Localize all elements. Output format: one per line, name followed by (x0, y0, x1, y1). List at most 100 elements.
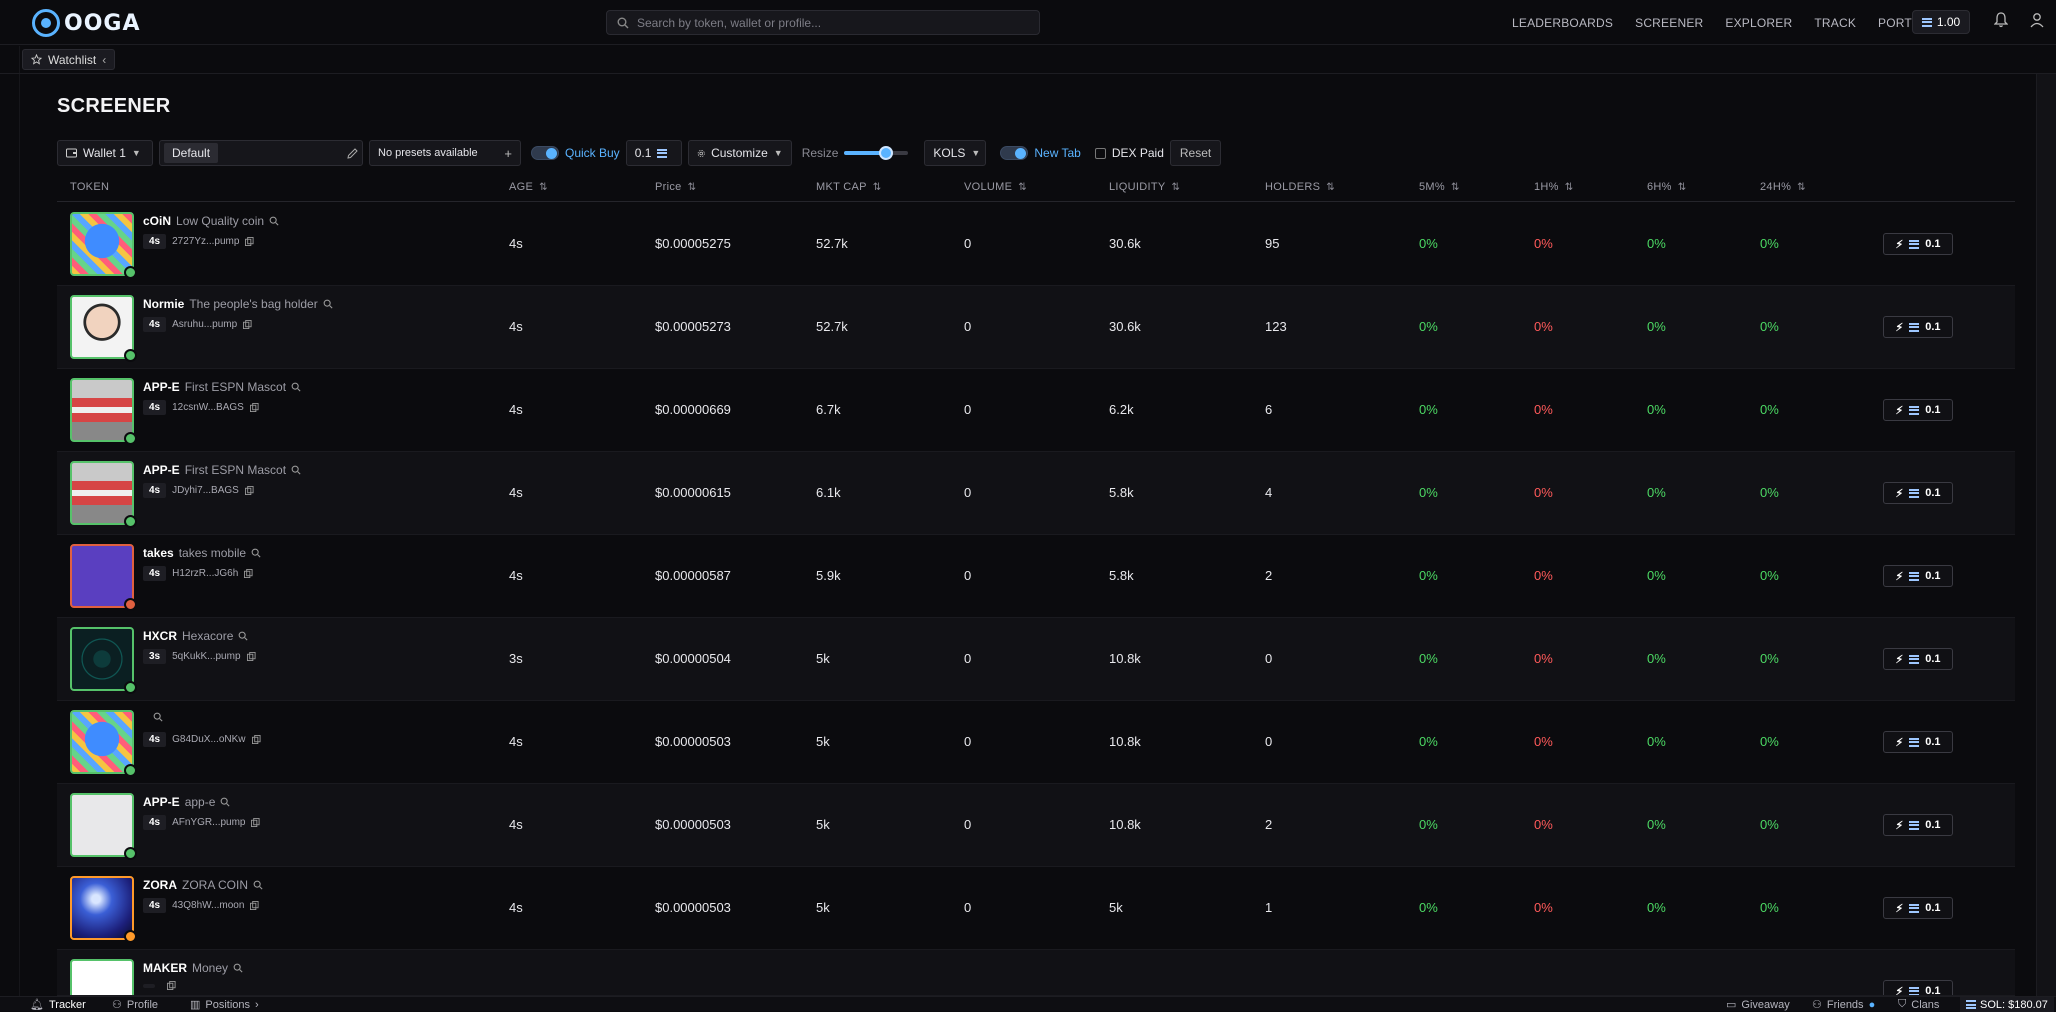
col-token[interactable]: TOKEN (70, 181, 109, 193)
table-row[interactable]: APP-E First ESPN Mascot 4s 12csnW...BAGS… (57, 369, 2015, 452)
table-row[interactable]: APP-E First ESPN Mascot 4s JDyhi7...BAGS… (57, 452, 2015, 535)
search-icon[interactable] (153, 712, 163, 722)
col-24h[interactable]: 24H% ⇅ (1760, 181, 1806, 193)
search-icon[interactable] (220, 797, 230, 807)
search-input[interactable] (637, 15, 1017, 30)
nav-track[interactable]: TRACK (1814, 16, 1856, 30)
col-mktcap[interactable]: MKT CAP ⇅ (816, 181, 881, 193)
quick-buy-button[interactable]: ⚡︎ 0.1 (1883, 233, 1953, 255)
token-avatar[interactable] (70, 876, 134, 940)
token-title[interactable]: ZORA ZORA COIN (143, 878, 263, 892)
quick-buy-button[interactable]: ⚡︎ 0.1 (1883, 316, 1953, 338)
quick-buy-button[interactable]: ⚡︎ 0.1 (1883, 897, 1953, 919)
user-icon[interactable] (2030, 12, 2044, 28)
footer-positions[interactable]: ▥ Positions › (190, 998, 259, 1012)
quick-buy-button[interactable]: ⚡︎ 0.1 (1883, 565, 1953, 587)
kols-select[interactable]: KOLS ▼ (924, 140, 987, 166)
table-row[interactable]: MAKER Money ⚡︎ 0.1 (57, 950, 2015, 996)
token-title[interactable]: Normie The people's bag holder (143, 297, 333, 311)
copy-icon[interactable] (244, 486, 254, 495)
token-title[interactable]: cOiN Low Quality coin (143, 214, 279, 228)
token-avatar[interactable] (70, 627, 134, 691)
nav-leaderboards[interactable]: LEADERBOARDS (1512, 16, 1613, 30)
search-icon[interactable] (238, 631, 248, 641)
nav-explorer[interactable]: EXPLORER (1725, 16, 1792, 30)
search-icon[interactable] (253, 880, 263, 890)
table-row[interactable]: 4s G84DuX...oNKw 4s $0.00000503 5k 0 10.… (57, 701, 2015, 784)
table-row[interactable]: ZORA ZORA COIN 4s 43Q8hW...moon 4s $0.00… (57, 867, 2015, 950)
col-6h[interactable]: 6H% ⇅ (1647, 181, 1686, 193)
new-tab-toggle[interactable] (1000, 146, 1029, 160)
copy-icon[interactable] (249, 403, 259, 412)
search-icon[interactable] (269, 216, 279, 226)
search-icon[interactable] (291, 382, 301, 392)
search-icon[interactable] (291, 465, 301, 475)
footer-tracker[interactable]: 🔔︎ Tracker (30, 998, 86, 1012)
edit-icon[interactable] (347, 147, 358, 159)
resize-slider-knob[interactable] (878, 146, 893, 160)
reset-button[interactable]: Reset (1169, 140, 1222, 166)
quick-buy-button[interactable]: ⚡︎ 0.1 (1883, 731, 1953, 753)
balance-button[interactable]: 1.00 (1912, 10, 1970, 34)
table-row[interactable]: HXCR Hexacore 3s 5qKukK...pump 3s $0.000… (57, 618, 2015, 701)
dex-paid-checkbox[interactable] (1094, 147, 1106, 159)
quick-buy-button[interactable]: ⚡︎ 0.1 (1883, 648, 1953, 670)
quick-buy-amount-field[interactable]: 0.1 (625, 140, 682, 166)
col-5m[interactable]: 5M% ⇅ (1419, 181, 1460, 193)
preset-field[interactable]: Default (159, 140, 363, 166)
dex-paid-filter[interactable]: DEX Paid (1094, 146, 1164, 160)
bell-icon[interactable] (1994, 12, 2008, 28)
table-row[interactable]: takes takes mobile 4s H12rzR...JG6h 4s $… (57, 535, 2015, 618)
footer-profile[interactable]: ⚇ Profile (112, 998, 158, 1012)
token-title[interactable]: APP-E First ESPN Mascot (143, 463, 301, 477)
token-avatar[interactable] (70, 793, 134, 857)
customize-button[interactable]: Customize ▼ (687, 140, 792, 166)
token-title[interactable]: MAKER Money (143, 961, 243, 975)
token-avatar[interactable] (70, 378, 134, 442)
copy-icon[interactable] (244, 569, 253, 578)
copy-icon[interactable] (246, 652, 256, 661)
nav-screener[interactable]: SCREENER (1635, 16, 1703, 30)
quick-buy-button[interactable]: ⚡︎ 0.1 (1883, 814, 1953, 836)
quick-buy-button[interactable]: ⚡︎ 0.1 (1883, 482, 1953, 504)
quick-buy-toggle[interactable] (531, 146, 559, 160)
token-title[interactable]: HXCR Hexacore (143, 629, 248, 643)
search-icon[interactable] (323, 299, 333, 309)
token-avatar[interactable] (70, 710, 134, 774)
search-icon[interactable] (233, 963, 243, 973)
table-row[interactable]: cOiN Low Quality coin 4s 2727Yz...pump 4… (57, 203, 2015, 286)
table-row[interactable]: APP-E app-e 4s AFnYGR...pump 4s $0.00000… (57, 784, 2015, 867)
token-avatar[interactable] (70, 959, 134, 995)
token-title[interactable]: APP-E First ESPN Mascot (143, 380, 301, 394)
search-icon[interactable] (251, 548, 261, 558)
copy-icon[interactable] (251, 818, 261, 827)
token-avatar[interactable] (70, 461, 134, 525)
resize-slider[interactable] (844, 146, 909, 160)
scrollbar[interactable] (2036, 74, 2056, 996)
copy-icon[interactable] (251, 735, 261, 744)
plus-icon[interactable]: + (504, 146, 512, 161)
token-avatar[interactable] (70, 544, 134, 608)
copy-icon[interactable] (250, 901, 259, 910)
preset-tag[interactable]: Default (164, 143, 219, 163)
col-volume[interactable]: VOLUME ⇅ (964, 181, 1027, 193)
token-title[interactable]: APP-E app-e (143, 795, 230, 809)
quick-buy-button[interactable]: ⚡︎ 0.1 (1883, 980, 1953, 995)
col-liquidity[interactable]: LIQUIDITY ⇅ (1109, 181, 1180, 193)
col-1h[interactable]: 1H% ⇅ (1534, 181, 1573, 193)
quick-buy-button[interactable]: ⚡︎ 0.1 (1883, 399, 1953, 421)
token-title[interactable]: takes takes mobile (143, 546, 261, 560)
footer-giveaway[interactable]: ▭ Giveaway (1726, 998, 1790, 1012)
col-price[interactable]: Price ⇅ (655, 181, 696, 193)
token-title[interactable] (143, 712, 163, 722)
copy-icon[interactable] (245, 237, 254, 246)
presets-select[interactable]: No presets available + (369, 140, 521, 166)
watchlist-button[interactable]: Watchlist ‹ (22, 49, 116, 70)
col-age[interactable]: AGE ⇅ (509, 181, 548, 193)
search-bar[interactable] (606, 10, 1040, 35)
col-holders[interactable]: HOLDERS ⇅ (1265, 181, 1335, 193)
wallet-select[interactable]: Wallet 1 ▼ (57, 140, 153, 166)
logo[interactable]: OOGA (32, 9, 141, 37)
table-row[interactable]: Normie The people's bag holder 4s Asruhu… (57, 286, 2015, 369)
footer-clans[interactable]: ⛉ Clans (1898, 998, 1939, 1011)
